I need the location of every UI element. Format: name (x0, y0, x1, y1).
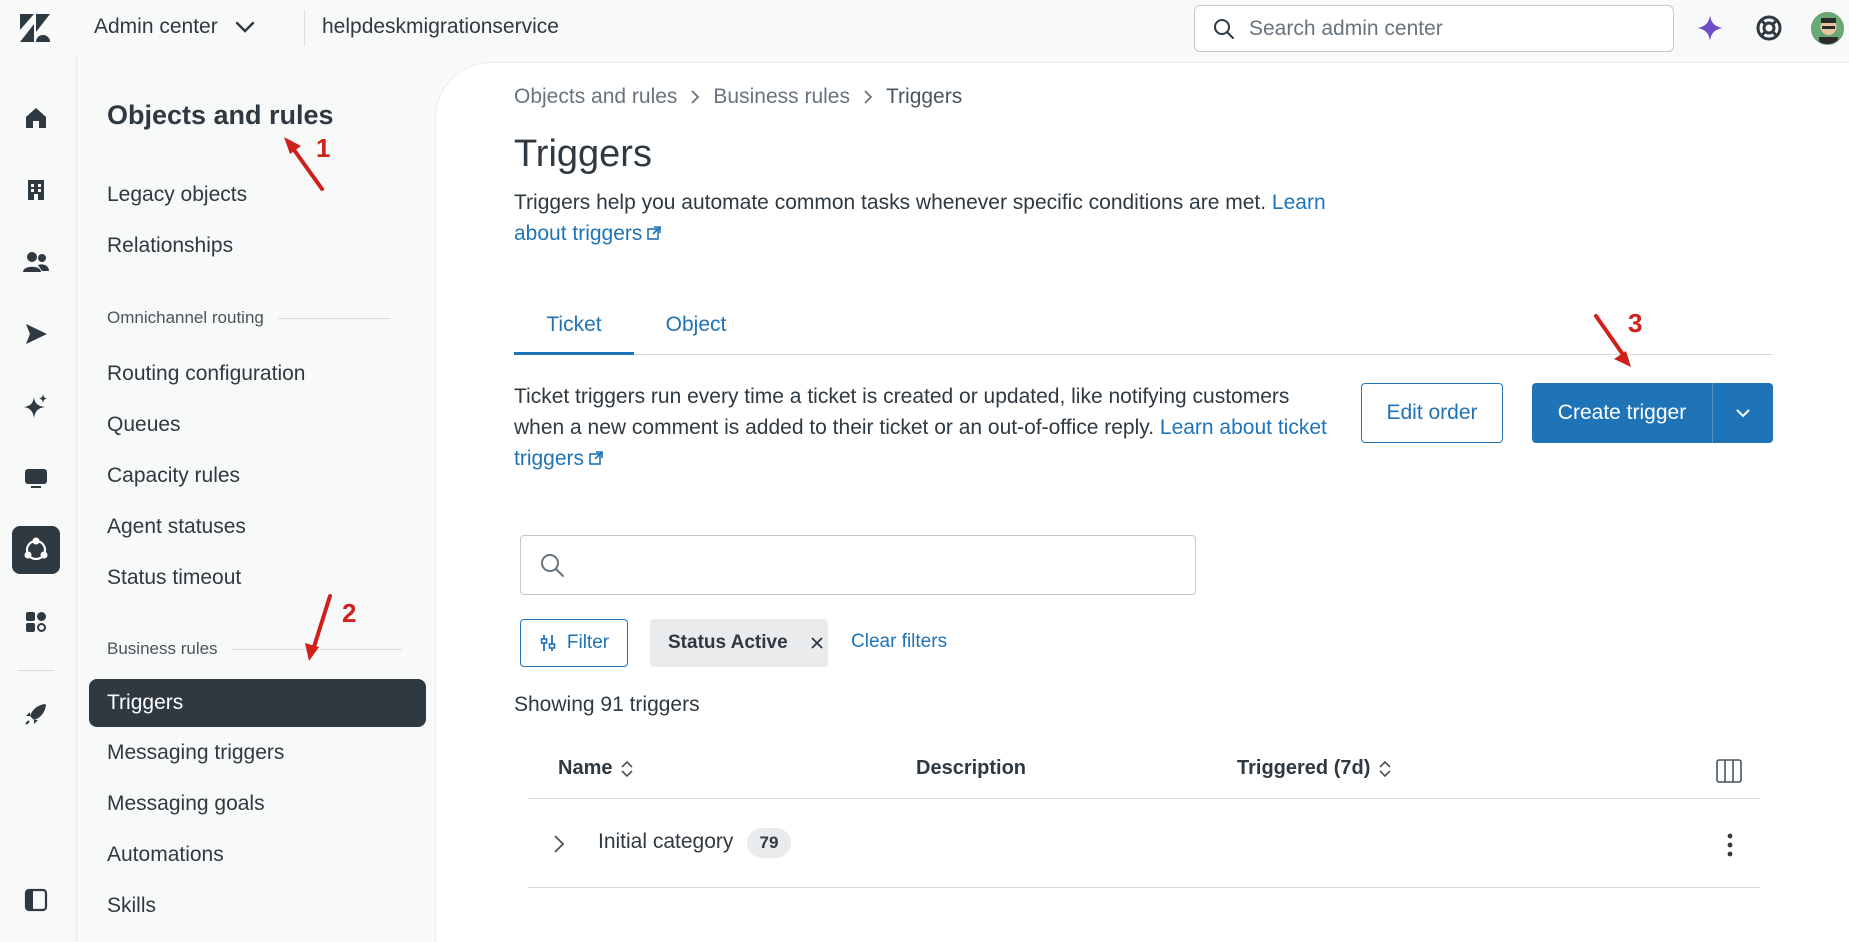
annotation-label-1: 1 (316, 133, 331, 163)
annotation-arrows (284, 137, 1631, 661)
annotation-label-3: 3 (1628, 308, 1643, 338)
annotation-label-2: 2 (342, 598, 357, 628)
